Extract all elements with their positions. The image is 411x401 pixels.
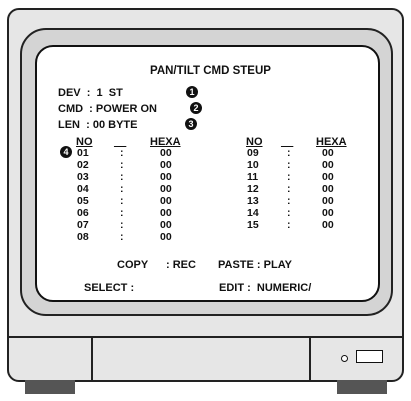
row-hexa-right[interactable]: 00 — [322, 172, 334, 183]
row-no-right: 09 — [247, 147, 259, 159]
row-hexa-left[interactable]: 00 — [160, 196, 172, 207]
row-separator-left: : — [120, 159, 124, 171]
row-separator-right: : — [287, 183, 291, 195]
row-no-right: 10 — [247, 159, 259, 171]
front-panel — [91, 336, 311, 382]
callout-1-icon: 1 — [186, 86, 198, 98]
row-no-left: 07 — [77, 219, 89, 231]
row-separator-right: : — [287, 207, 291, 219]
row-no-left: 06 — [77, 207, 89, 219]
paste-label[interactable]: PASTE : PLAY — [218, 259, 292, 271]
menu-title: PAN/TILT CMD STEUP — [150, 65, 271, 77]
row-no-right: 11 — [247, 171, 259, 183]
row-separator-left: : — [120, 171, 124, 183]
row-no-right: 12 — [247, 183, 259, 195]
row-no-left: 03 — [77, 171, 89, 183]
right-foot — [337, 380, 387, 394]
row-separator-left: : — [120, 147, 124, 159]
row-separator-left: : — [120, 231, 124, 243]
row-separator-right: : — [287, 171, 291, 183]
row-separator-left: : — [120, 207, 124, 219]
power-led-icon — [341, 355, 348, 362]
row-hexa-right[interactable]: 00 — [322, 220, 334, 231]
row-hexa-left[interactable]: 00 — [160, 148, 172, 159]
row-separator-left: : — [120, 183, 124, 195]
row-hexa-left[interactable]: 00 — [160, 172, 172, 183]
row-hexa-right[interactable]: 00 — [322, 148, 334, 159]
row-hexa-right[interactable]: 00 — [322, 208, 334, 219]
row-separator-right: : — [287, 159, 291, 171]
row-hexa-left[interactable]: 00 — [160, 160, 172, 171]
row-separator-left: : — [120, 219, 124, 231]
row-hexa-left[interactable]: 00 — [160, 184, 172, 195]
row-no-left: 02 — [77, 159, 89, 171]
edit-label: EDIT : NUMERIC/ — [219, 282, 312, 294]
dev-line: DEV : 1 ST — [58, 87, 123, 99]
power-button[interactable] — [356, 350, 383, 363]
row-no-right: 14 — [247, 207, 259, 219]
row-hexa-right[interactable]: 00 — [322, 196, 334, 207]
row-hexa-left[interactable]: 00 — [160, 208, 172, 219]
row-hexa-left[interactable]: 00 — [160, 232, 172, 243]
select-label: SELECT : — [84, 282, 135, 294]
cmd-line[interactable]: CMD : POWER ON — [58, 103, 157, 115]
len-line[interactable]: LEN : 00 BYTE — [58, 119, 137, 131]
row-no-left: 08 — [77, 231, 89, 243]
row-no-left: 04 — [77, 183, 89, 195]
callout-3-icon: 3 — [185, 118, 197, 130]
row-no-left: 01 — [77, 147, 89, 159]
row-no-left: 05 — [77, 195, 89, 207]
row-separator-left: : — [120, 195, 124, 207]
callout-2-icon: 2 — [190, 102, 202, 114]
row-hexa-right[interactable]: 00 — [322, 184, 334, 195]
copy-value[interactable]: : REC — [166, 259, 196, 271]
callout-4-icon: 4 — [60, 146, 72, 158]
left-foot — [25, 380, 75, 394]
copy-label: COPY — [117, 259, 149, 271]
row-separator-right: : — [287, 147, 291, 159]
row-separator-right: : — [287, 219, 291, 231]
row-hexa-right[interactable]: 00 — [322, 160, 334, 171]
row-hexa-left[interactable]: 00 — [160, 220, 172, 231]
row-no-right: 15 — [247, 219, 259, 231]
row-no-right: 13 — [247, 195, 259, 207]
row-separator-right: : — [287, 195, 291, 207]
